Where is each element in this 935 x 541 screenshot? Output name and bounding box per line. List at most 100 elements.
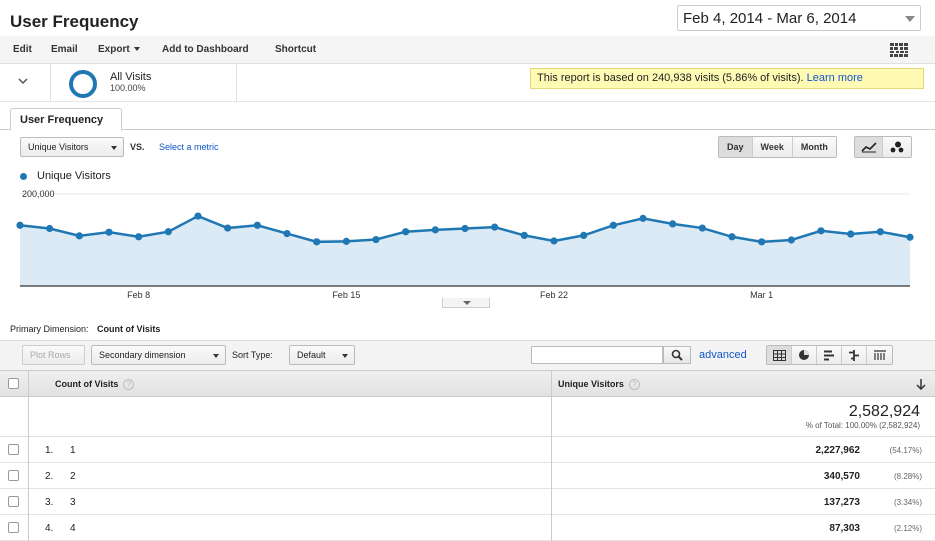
row-dimension-value[interactable]: 4 bbox=[70, 523, 76, 534]
data-point bbox=[135, 233, 143, 241]
search-icon bbox=[671, 349, 683, 361]
x-tick-label: Feb 22 bbox=[540, 290, 568, 300]
row-metric-value: 2,227,962 bbox=[815, 445, 861, 456]
col-header-count-of-visits[interactable]: Count of Visits? bbox=[55, 379, 135, 391]
chevron-down-icon[interactable] bbox=[18, 76, 28, 86]
data-point bbox=[194, 212, 202, 220]
edit-button[interactable]: Edit bbox=[13, 44, 32, 55]
add-to-dashboard-button[interactable]: Add to Dashboard bbox=[162, 44, 249, 55]
row-index: 1. bbox=[45, 445, 54, 456]
select-metric-link[interactable]: Select a metric bbox=[159, 142, 219, 152]
divider bbox=[28, 371, 29, 398]
data-point bbox=[847, 230, 855, 238]
table-grid-icon bbox=[772, 349, 786, 361]
row-metric-value: 87,303 bbox=[829, 523, 860, 534]
day-button[interactable]: Day bbox=[719, 137, 753, 157]
select-all-checkbox[interactable] bbox=[8, 378, 19, 389]
x-tick-label: Mar 1 bbox=[750, 290, 773, 300]
chart-type-toggle bbox=[854, 136, 912, 158]
table-view-button[interactable] bbox=[767, 346, 792, 364]
pivot-view-button[interactable] bbox=[867, 346, 892, 364]
data-point bbox=[491, 223, 499, 231]
data-point bbox=[906, 233, 914, 241]
bar-view-button[interactable] bbox=[817, 346, 842, 364]
data-point bbox=[817, 227, 825, 235]
sort-desc-arrow-icon[interactable] bbox=[916, 379, 926, 390]
qr-grid-icon[interactable] bbox=[890, 43, 908, 57]
row-checkbox[interactable] bbox=[8, 470, 19, 481]
chevron-down-icon bbox=[463, 301, 471, 305]
row-dimension-value[interactable]: 3 bbox=[70, 497, 76, 508]
line-chart-button[interactable] bbox=[855, 137, 883, 157]
sort-type-value: Default bbox=[297, 350, 326, 360]
week-button[interactable]: Week bbox=[752, 137, 793, 157]
month-button[interactable]: Month bbox=[792, 137, 836, 157]
data-point bbox=[105, 228, 113, 236]
sampling-notice: This report is based on 240,938 visits (… bbox=[530, 68, 924, 89]
comparison-view-button[interactable] bbox=[842, 346, 867, 364]
row-checkbox[interactable] bbox=[8, 496, 19, 507]
row-index: 3. bbox=[45, 497, 54, 508]
data-point bbox=[16, 221, 24, 229]
divider bbox=[50, 64, 51, 102]
page-title: User Frequency bbox=[10, 12, 139, 31]
line-chart: 200,000100,000Feb 8Feb 15Feb 22Mar 1 bbox=[16, 189, 914, 300]
data-point bbox=[253, 221, 261, 229]
table-view-toggle bbox=[766, 345, 893, 365]
data-point bbox=[461, 224, 469, 233]
data-point bbox=[431, 226, 439, 234]
table-row: 1. 1 2,227,962 (54.17%) bbox=[0, 437, 935, 463]
data-point bbox=[639, 214, 647, 222]
segment-percent: 100.00% bbox=[110, 83, 146, 93]
secondary-dimension-select[interactable]: Secondary dimension bbox=[91, 345, 226, 365]
pie-view-button[interactable] bbox=[792, 346, 817, 364]
table-header: Count of Visits? Unique Visitors? bbox=[0, 370, 935, 398]
shortcut-button[interactable]: Shortcut bbox=[275, 44, 316, 55]
data-point bbox=[313, 238, 321, 246]
export-button[interactable]: Export bbox=[98, 44, 140, 55]
x-tick-label: Feb 15 bbox=[332, 290, 360, 300]
col-header-unique-visitors[interactable]: Unique Visitors? bbox=[558, 379, 640, 391]
motion-chart-button[interactable] bbox=[883, 137, 911, 157]
divider bbox=[28, 437, 29, 463]
primary-dimension-label: Primary Dimension: bbox=[10, 324, 89, 334]
help-icon[interactable]: ? bbox=[628, 379, 640, 391]
series-dot-icon bbox=[20, 172, 27, 180]
row-checkbox[interactable] bbox=[8, 444, 19, 455]
data-point bbox=[787, 236, 795, 244]
metric-select[interactable]: Unique Visitors bbox=[20, 137, 124, 157]
row-dimension-value[interactable]: 1 bbox=[70, 445, 76, 456]
row-dimension-value[interactable]: 2 bbox=[70, 471, 76, 482]
chart-legend: Unique Visitors bbox=[20, 170, 111, 182]
learn-more-link[interactable]: Learn more bbox=[807, 72, 863, 84]
sampling-text: This report is based on 240,938 visits (… bbox=[537, 72, 804, 84]
divider bbox=[551, 371, 552, 398]
sort-type-select[interactable]: Default bbox=[289, 345, 355, 365]
divider bbox=[236, 64, 237, 102]
chevron-down-icon bbox=[111, 146, 117, 150]
tab-user-frequency[interactable]: User Frequency bbox=[10, 108, 122, 131]
segment-ring-icon bbox=[69, 70, 97, 98]
table-search-input[interactable] bbox=[531, 346, 663, 364]
divider bbox=[551, 397, 552, 437]
segment-name[interactable]: All Visits bbox=[110, 71, 151, 83]
chevron-down-icon bbox=[213, 354, 219, 358]
plot-rows-button[interactable]: Plot Rows bbox=[22, 345, 85, 365]
data-point bbox=[342, 237, 350, 245]
chart-expander[interactable] bbox=[442, 298, 490, 308]
bubble-chart-icon bbox=[890, 141, 904, 153]
advanced-filter-link[interactable]: advanced bbox=[699, 349, 747, 361]
help-icon[interactable]: ? bbox=[123, 379, 135, 391]
row-index: 4. bbox=[45, 523, 54, 534]
data-point bbox=[550, 237, 558, 245]
bar-chart-icon bbox=[824, 350, 834, 360]
report-header: User Frequency Feb 4, 2014 - Mar 6, 2014 bbox=[0, 0, 935, 36]
primary-dimension-value[interactable]: Count of Visits bbox=[97, 324, 160, 334]
data-point bbox=[876, 228, 884, 236]
date-range-picker[interactable]: Feb 4, 2014 - Mar 6, 2014 bbox=[677, 5, 921, 31]
metric-select-label: Unique Visitors bbox=[28, 142, 89, 152]
data-point bbox=[728, 233, 736, 241]
email-button[interactable]: Email bbox=[51, 44, 78, 55]
table-total-row: 2,582,924 % of Total: 100.00% (2,582,924… bbox=[0, 397, 935, 437]
search-button[interactable] bbox=[663, 346, 691, 364]
